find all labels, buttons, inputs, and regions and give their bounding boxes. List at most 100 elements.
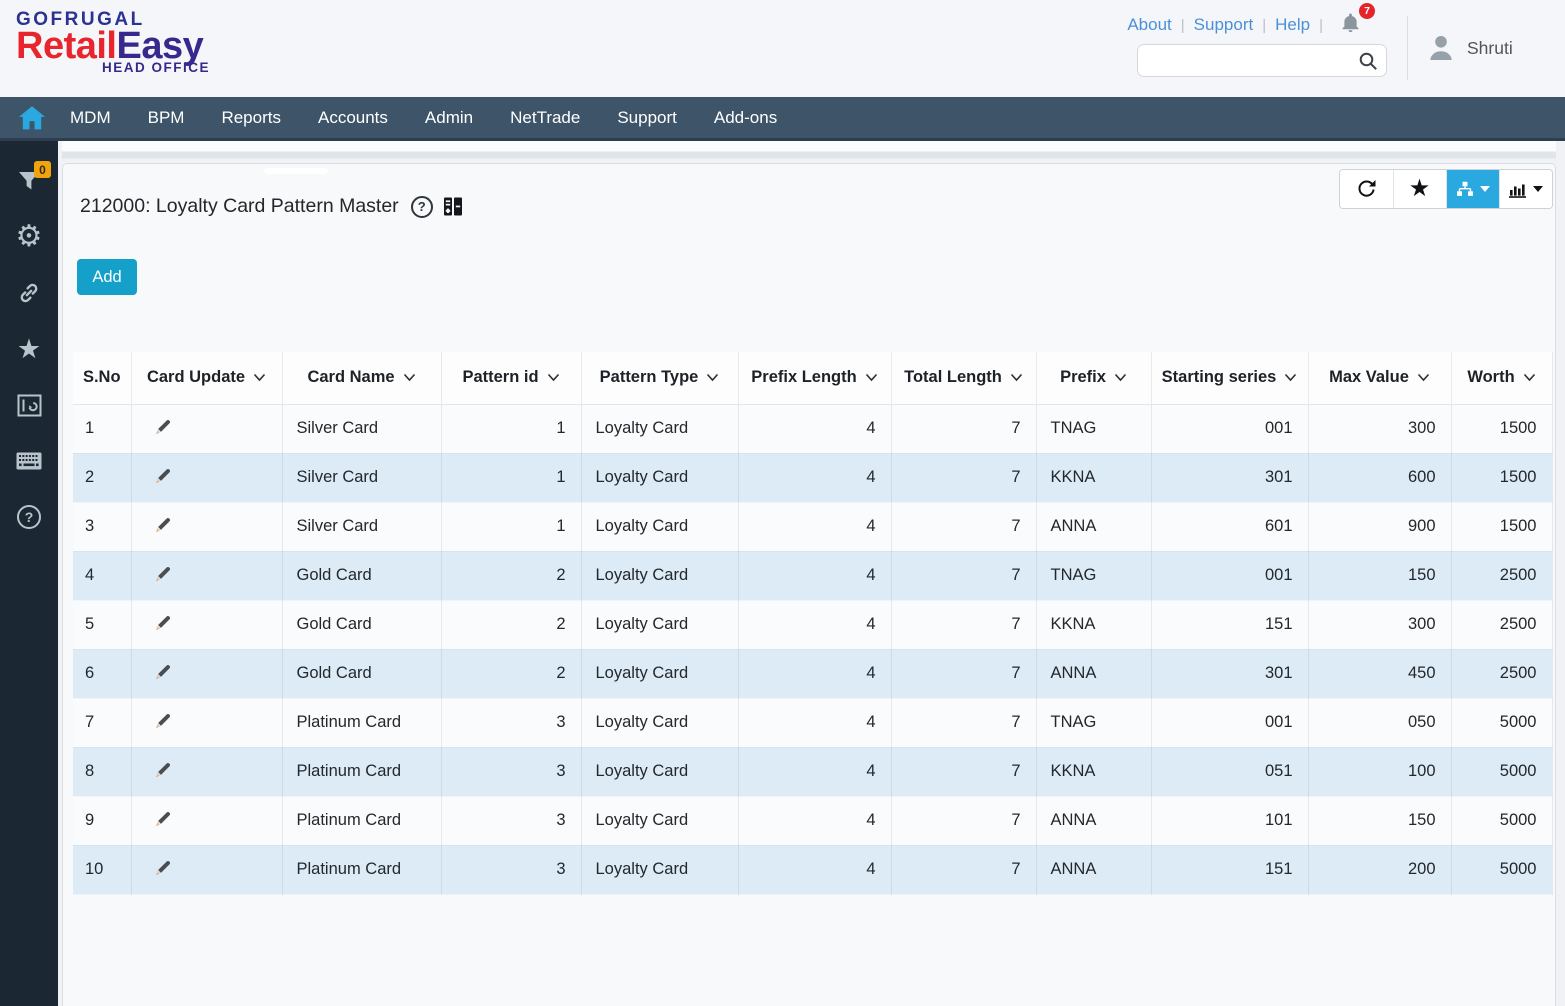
cell-prefix: ANNA [1036, 796, 1151, 845]
column-header[interactable]: Total Length [891, 352, 1036, 404]
nav-item[interactable]: NetTrade [510, 108, 580, 128]
cell-pattern-id: 1 [441, 404, 581, 453]
shortcut-keys-icon[interactable] [443, 197, 463, 216]
column-header[interactable]: Pattern id [441, 352, 581, 404]
title-help-icon[interactable]: ? [411, 196, 433, 218]
edit-pencil-icon[interactable] [154, 858, 173, 877]
cell-worth: 5000 [1451, 796, 1552, 845]
cell-worth: 1500 [1451, 453, 1552, 502]
search-icon[interactable] [1358, 51, 1378, 76]
column-header[interactable]: S.No [73, 352, 131, 404]
cell-sno: 4 [73, 551, 131, 600]
edit-pencil-icon[interactable] [154, 809, 173, 828]
refresh-button[interactable] [1340, 170, 1393, 208]
view-toolbar: ★ [1339, 169, 1553, 209]
search-input[interactable] [1137, 44, 1387, 77]
cell-pattern-id: 2 [441, 600, 581, 649]
cell-max-value: 900 [1308, 502, 1451, 551]
column-header[interactable]: Prefix Length [738, 352, 891, 404]
cell-prefix: ANNA [1036, 502, 1151, 551]
nav-item[interactable]: MDM [70, 108, 111, 128]
header-links: About | Support | Help | 7 [1127, 13, 1387, 37]
cell-worth: 5000 [1451, 747, 1552, 796]
nav-item[interactable]: Admin [425, 108, 473, 128]
cell-max-value: 050 [1308, 698, 1451, 747]
cell-total-length: 7 [891, 747, 1036, 796]
cell-max-value: 150 [1308, 551, 1451, 600]
about-link[interactable]: About [1127, 15, 1171, 35]
nav-items: MDM BPM Reports Accounts Admin NetTrade … [70, 108, 814, 128]
notification-bell-icon[interactable]: 7 [1340, 11, 1361, 39]
star-icon[interactable]: ★ [17, 335, 41, 363]
cell-card-name: Gold Card [282, 600, 441, 649]
hierarchy-icon [1455, 181, 1475, 197]
help-link[interactable]: Help [1275, 15, 1310, 35]
edit-pencil-icon[interactable] [154, 515, 173, 534]
cell-pattern-type: Loyalty Card [581, 747, 738, 796]
nav-item[interactable]: Support [617, 108, 677, 128]
content-top-strip [62, 141, 1556, 163]
cell-starting-series: 301 [1151, 453, 1308, 502]
column-header[interactable]: Card Name [282, 352, 441, 404]
cell-total-length: 7 [891, 551, 1036, 600]
cell-pattern-type: Loyalty Card [581, 551, 738, 600]
cell-prefix-length: 4 [738, 649, 891, 698]
edit-pencil-icon[interactable] [154, 662, 173, 681]
column-header[interactable]: Worth [1451, 352, 1552, 404]
cell-pattern-type: Loyalty Card [581, 698, 738, 747]
help-icon[interactable]: ? [17, 503, 41, 531]
cell-worth: 1500 [1451, 502, 1552, 551]
filter-icon[interactable]: 0 [17, 167, 41, 195]
cell-card-update [131, 698, 282, 747]
user-menu[interactable]: Shruti [1407, 16, 1565, 80]
cell-sno: 7 [73, 698, 131, 747]
nav-item[interactable]: BPM [148, 108, 185, 128]
edit-pencil-icon[interactable] [154, 613, 173, 632]
cell-pattern-id: 3 [441, 845, 581, 894]
column-header[interactable]: Max Value [1308, 352, 1451, 404]
cell-sno: 5 [73, 600, 131, 649]
table-row: 8 Platinum Card [73, 747, 1552, 796]
cell-sno: 2 [73, 453, 131, 502]
column-header[interactable]: Card Update [131, 352, 282, 404]
nav-item[interactable]: Accounts [318, 108, 388, 128]
cell-card-name: Platinum Card [282, 845, 441, 894]
top-header: GOFRUGAL RetailEasy HEAD OFFICE About | … [0, 0, 1565, 97]
edit-pencil-icon[interactable] [154, 711, 173, 730]
cell-card-update [131, 404, 282, 453]
keyboard-icon[interactable] [16, 447, 42, 475]
app-logo: GOFRUGAL RetailEasy HEAD OFFICE [0, 0, 210, 97]
cell-max-value: 100 [1308, 747, 1451, 796]
avatar [1424, 31, 1458, 65]
nav-item[interactable]: Add-ons [714, 108, 777, 128]
add-button[interactable]: Add [77, 259, 137, 295]
sort-chevron-icon [865, 373, 878, 382]
chart-view-button[interactable] [1499, 170, 1552, 208]
cell-card-name: Silver Card [282, 502, 441, 551]
cell-starting-series: 001 [1151, 551, 1308, 600]
cell-card-name: Platinum Card [282, 698, 441, 747]
cell-pattern-type: Loyalty Card [581, 502, 738, 551]
favorite-button[interactable]: ★ [1393, 170, 1446, 208]
cell-worth: 1500 [1451, 404, 1552, 453]
cell-prefix: KKNA [1036, 747, 1151, 796]
edit-pencil-icon[interactable] [154, 564, 173, 583]
column-header[interactable]: Pattern Type [581, 352, 738, 404]
edit-pencil-icon[interactable] [154, 760, 173, 779]
cell-card-name: Gold Card [282, 551, 441, 600]
nav-item[interactable]: Reports [221, 108, 281, 128]
edit-pencil-icon[interactable] [154, 466, 173, 485]
table-row: 4 Gold Card [73, 551, 1552, 600]
column-header[interactable]: Starting series [1151, 352, 1308, 404]
edit-pencil-icon[interactable] [154, 417, 173, 436]
home-icon[interactable] [19, 106, 45, 130]
link-icon[interactable] [16, 279, 42, 307]
column-header[interactable]: Prefix [1036, 352, 1151, 404]
header-right: About | Support | Help | 7 [1127, 0, 1387, 97]
page-title: 212000: Loyalty Card Pattern Master [80, 195, 399, 218]
window-shortcut-icon[interactable] [17, 391, 42, 419]
hierarchy-view-button[interactable] [1446, 170, 1499, 208]
support-link[interactable]: Support [1194, 15, 1254, 35]
cell-pattern-id: 3 [441, 747, 581, 796]
settings-icon[interactable]: ⚙ [16, 223, 43, 251]
